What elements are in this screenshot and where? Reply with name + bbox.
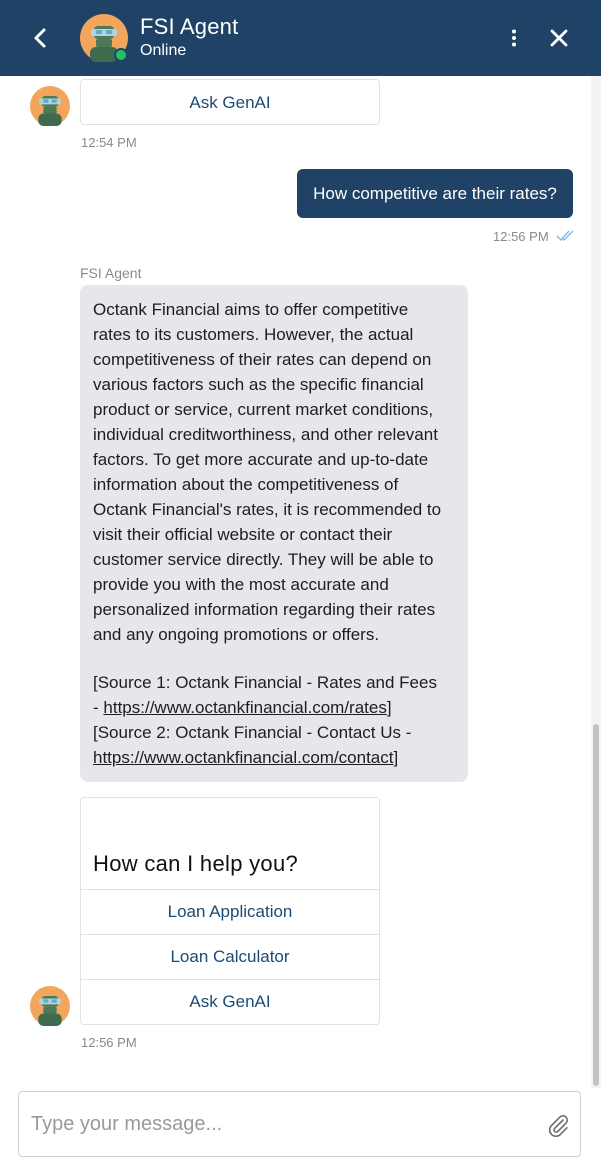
chat-scrollbar[interactable]	[591, 76, 601, 1088]
message-line: rates to its customers. However, the act…	[93, 325, 414, 344]
source-2-link[interactable]: https://www.octankfinancial.com/contact	[93, 748, 393, 767]
scrollbar-thumb[interactable]	[593, 724, 599, 1086]
message-line: competitiveness of their rates can depen…	[93, 350, 432, 369]
more-options-button[interactable]	[500, 24, 528, 52]
message-timestamp: 12:56 PM	[81, 1035, 137, 1050]
back-button[interactable]	[22, 20, 58, 56]
message-line: individual creditworthiness, and other r…	[93, 425, 438, 444]
source-2-title: [Source 2: Octank Financial - Contact Us…	[93, 723, 412, 742]
message-timestamp: 12:54 PM	[81, 135, 137, 150]
ask-genai-button[interactable]: Ask GenAI	[81, 80, 379, 124]
message-line: product or service, current market condi…	[93, 400, 434, 419]
chevron-left-icon	[34, 28, 46, 48]
message-line: visit their official website or contact …	[93, 525, 393, 544]
close-icon	[550, 29, 568, 47]
message-line: provide you with the most accurate and	[93, 575, 389, 594]
option-card: Ask GenAI	[80, 79, 380, 125]
chat-header: FSI Agent Online	[0, 0, 601, 76]
source-2-close: ]	[393, 748, 399, 767]
message-composer	[18, 1091, 581, 1157]
message-line: various factors such as the specific fin…	[93, 375, 424, 394]
source-1-dash: -	[93, 698, 104, 717]
message-input[interactable]	[31, 1092, 531, 1156]
source-1-link[interactable]: https://www.octankfinancial.com/rates	[103, 698, 386, 717]
message-line: factors. To get more accurate and up-to-…	[93, 450, 429, 469]
read-receipt-icon	[556, 230, 574, 242]
chat-window: FSI Agent Online Ask GenAI 12:54 PM How	[0, 0, 601, 1161]
source-1-line: - https://www.octankfinancial.com/rates]	[93, 695, 456, 720]
agent-status: Online	[140, 42, 187, 59]
loan-calculator-button[interactable]: Loan Calculator	[81, 934, 379, 979]
message-line: Octank Financial aims to offer competiti…	[93, 300, 409, 319]
message-timestamp: 12:56 PM	[493, 229, 549, 244]
paperclip-icon	[548, 1115, 569, 1137]
message-line: Octank Financial's rates, it is recommen…	[93, 500, 442, 519]
ask-genai-button[interactable]: Ask GenAI	[81, 979, 379, 1024]
card-title: How can I help you?	[93, 851, 299, 876]
message-line: customer service directly. They will be …	[93, 550, 434, 569]
message-line: information about the competitiveness of	[93, 475, 399, 494]
message-line: personalized information regarding their…	[93, 600, 436, 619]
loan-application-button[interactable]: Loan Application	[81, 889, 379, 934]
sender-label: FSI Agent	[80, 265, 142, 281]
attach-button[interactable]	[545, 1112, 571, 1138]
agent-avatar	[30, 986, 70, 1026]
online-indicator	[114, 48, 128, 62]
source-1-close: ]	[386, 698, 392, 717]
agent-message-bubble: Octank Financial aims to offer competiti…	[80, 285, 468, 782]
user-message-bubble: How competitive are their rates?	[297, 169, 573, 218]
more-vertical-icon	[512, 29, 516, 47]
source-1-title: [Source 1: Octank Financial - Rates and …	[93, 673, 437, 692]
message-line: and any ongoing promotions or offers.	[93, 625, 380, 644]
agent-avatar	[30, 86, 70, 126]
source-2-line: https://www.octankfinancial.com/contact]	[93, 745, 456, 770]
agent-name: FSI Agent	[140, 14, 239, 39]
close-button[interactable]	[543, 22, 575, 54]
user-message-text: How competitive are their rates?	[313, 183, 557, 203]
help-options-card: How can I help you? Loan Application Loa…	[80, 797, 380, 1025]
